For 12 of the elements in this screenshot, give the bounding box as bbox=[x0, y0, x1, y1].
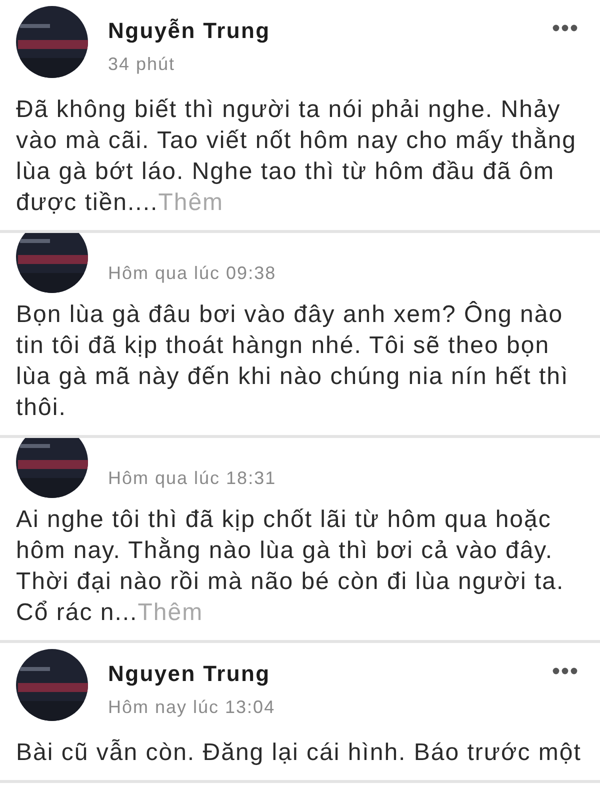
post-text: Bài cũ vẫn còn. Đăng lại cái hình. Báo trước một bbox=[16, 738, 582, 768]
post-time: Hôm nay lúc 13:04 bbox=[108, 697, 276, 718]
post-text: Bọn lùa gà đâu bơi vào đây anh xem? Ông nào tin tôi đã kịp thoát hàngn nhé. Tôi sẽ theo bọn lùa gà mã này đến khi nào chúng nia nín hết thì thôi. bbox=[16, 300, 570, 423]
author-name[interactable]: Nguyen Trung bbox=[108, 661, 532, 687]
post-text: Ai nghe tôi thì đã kịp chốt lãi từ hôm qua hoặc hôm nay. Thằng nào lùa gà thì bơi cả vào đây. Thời đại nào rồi mà não bé còn đi lùa người ta. Cổ rác n...Thêm bbox=[16, 505, 566, 628]
post-time: Hôm qua lúc 18:31 bbox=[108, 468, 278, 489]
author-name[interactable]: Nguyễn Trung bbox=[108, 18, 532, 44]
more-options-icon[interactable] bbox=[552, 24, 578, 32]
more-options-icon[interactable] bbox=[552, 667, 578, 675]
post-time: Hôm qua lúc 09:38 bbox=[108, 263, 278, 284]
post-time: 34 phút bbox=[108, 54, 176, 75]
post-text: Đã không biết thì người ta nói phải nghe. Nhảy vào mà cãi. Tao viết nốt hôm nay cho mấy thằng lùa gà bớt láo. Nghe tao thì từ hôm đầu đã ôm được tiền....Thêm bbox=[16, 95, 578, 218]
